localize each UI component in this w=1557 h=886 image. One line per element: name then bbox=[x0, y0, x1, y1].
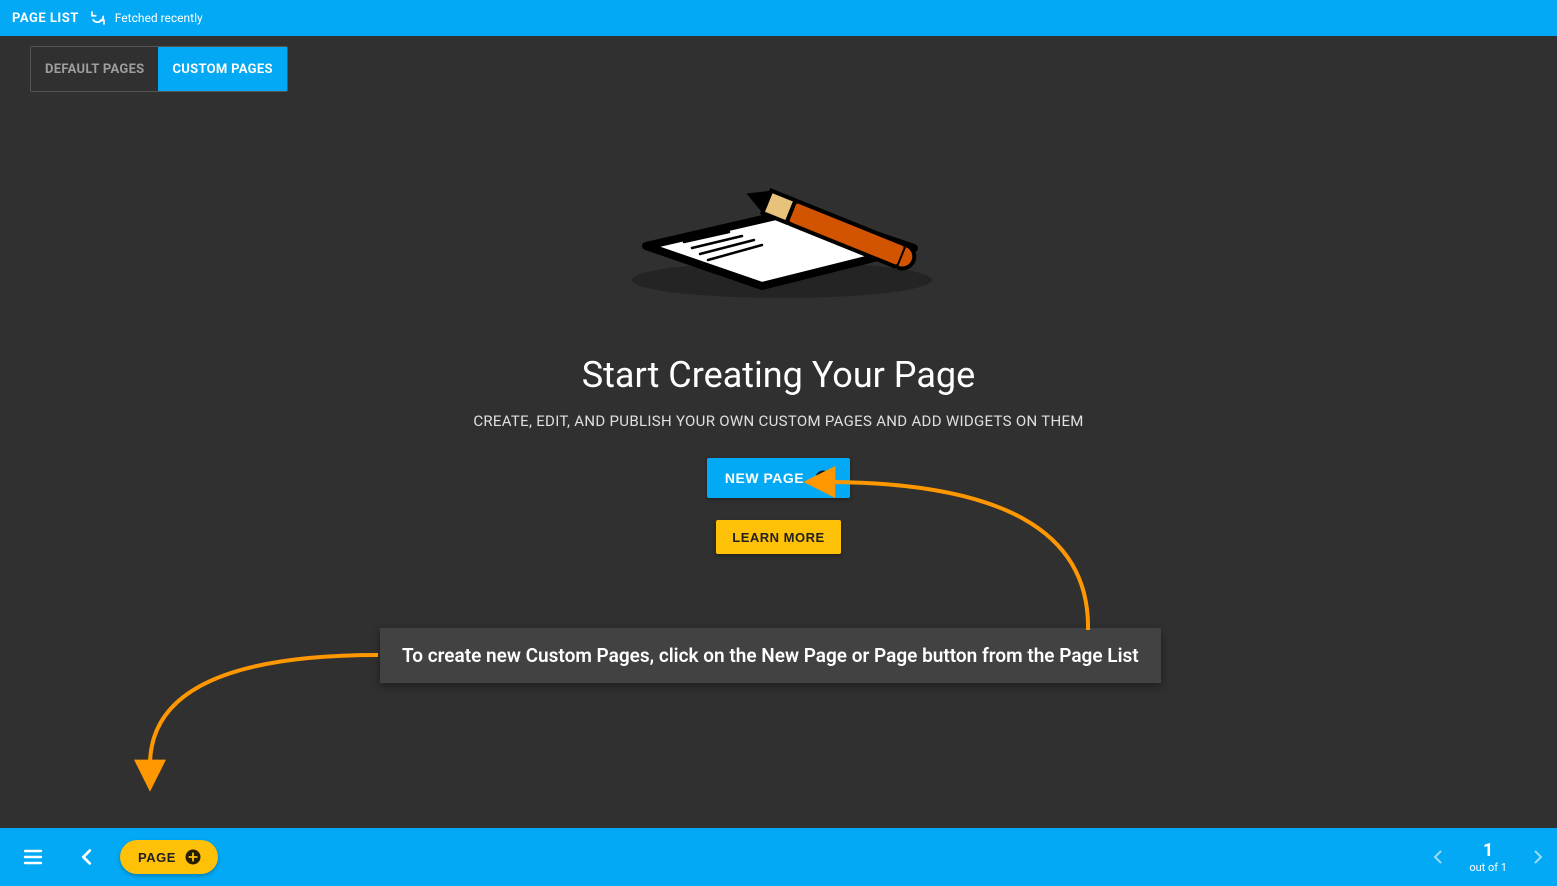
new-page-button[interactable]: NEW PAGE bbox=[707, 458, 850, 498]
empty-headline: Start Creating Your Page bbox=[582, 354, 975, 396]
bottom-bar: PAGE 1 out of 1 bbox=[0, 828, 1557, 886]
page-indicator: 1 out of 1 bbox=[1469, 842, 1507, 873]
page-total: out of 1 bbox=[1469, 862, 1507, 873]
page-button-label: PAGE bbox=[138, 850, 176, 865]
tab-custom-pages[interactable]: CUSTOM PAGES bbox=[158, 47, 286, 91]
plus-circle-icon bbox=[814, 469, 832, 487]
back-icon[interactable] bbox=[68, 838, 106, 876]
annotation-banner: To create new Custom Pages, click on the… bbox=[380, 628, 1161, 683]
top-bar: PAGE LIST Fetched recently bbox=[0, 0, 1557, 36]
learn-more-button[interactable]: LEARN MORE bbox=[716, 520, 840, 554]
pager: 1 out of 1 bbox=[1433, 842, 1543, 873]
menu-icon[interactable] bbox=[14, 838, 52, 876]
empty-state: Start Creating Your Page CREATE, EDIT, A… bbox=[0, 150, 1557, 554]
learn-more-label: LEARN MORE bbox=[732, 530, 824, 545]
page-title: PAGE LIST bbox=[12, 11, 79, 26]
next-page-icon[interactable] bbox=[1533, 850, 1543, 864]
fetch-status: Fetched recently bbox=[115, 11, 203, 25]
new-page-label: NEW PAGE bbox=[725, 470, 804, 486]
tab-default-pages[interactable]: DEFAULT PAGES bbox=[31, 47, 158, 91]
empty-subline: CREATE, EDIT, AND PUBLISH YOUR OWN CUSTO… bbox=[473, 412, 1083, 430]
page-button[interactable]: PAGE bbox=[120, 840, 218, 874]
prev-page-icon[interactable] bbox=[1433, 850, 1443, 864]
refresh-icon[interactable] bbox=[89, 9, 107, 27]
pencil-paper-icon bbox=[614, 150, 944, 314]
page-tabs: DEFAULT PAGES CUSTOM PAGES bbox=[30, 46, 288, 92]
plus-circle-icon bbox=[184, 848, 202, 866]
current-page: 1 bbox=[1483, 842, 1493, 860]
